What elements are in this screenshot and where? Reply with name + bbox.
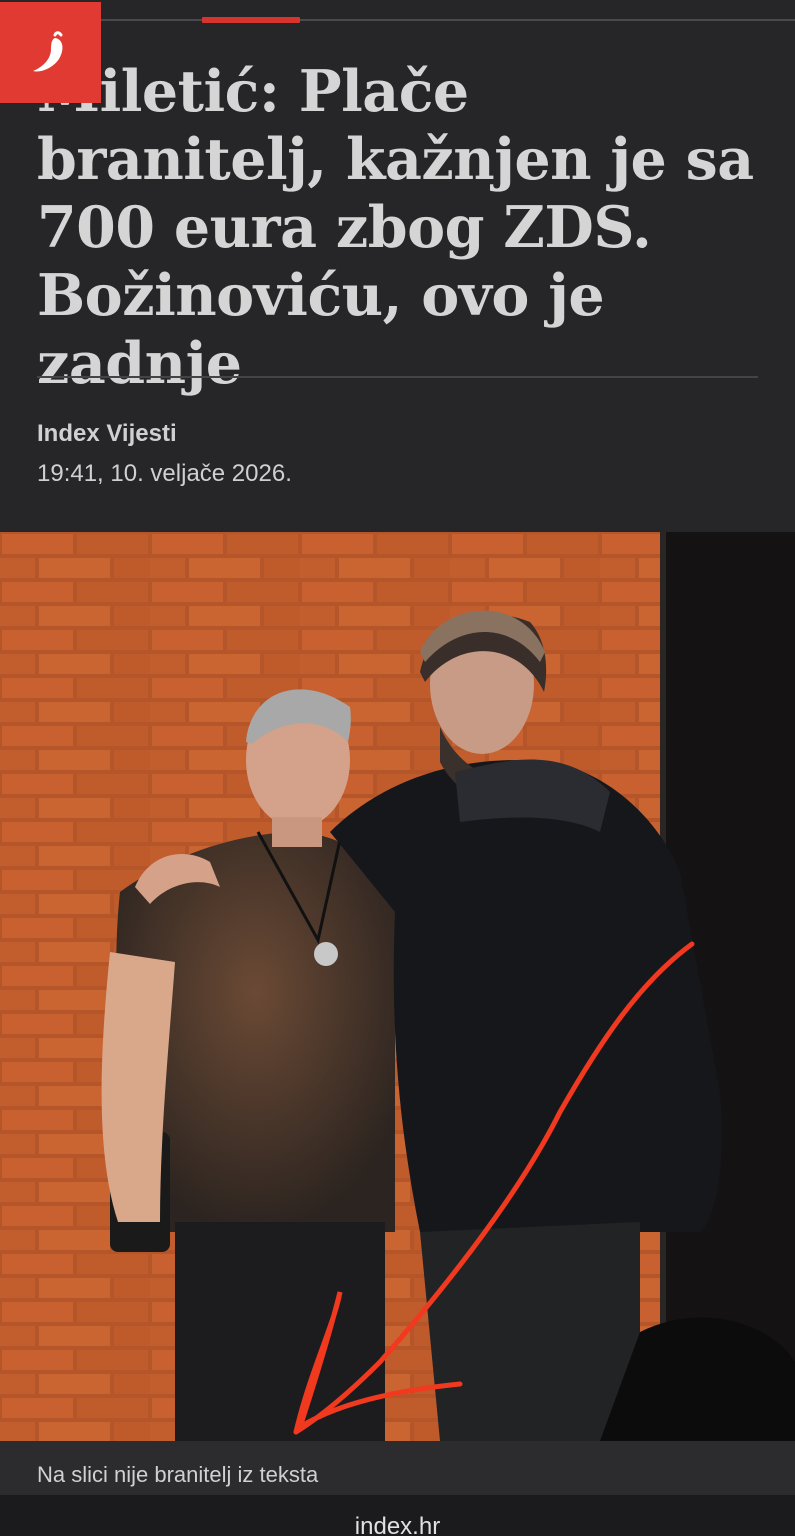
footer-site-name[interactable]: index.hr (0, 1513, 795, 1536)
article-title: Miletić: Plače branitelj, kažnjen je sa … (37, 58, 754, 397)
photo-illustration (0, 532, 795, 1441)
article-photo[interactable] (0, 532, 795, 1441)
site-logo[interactable] (0, 2, 101, 103)
footer-bar: index.hr (0, 1495, 795, 1536)
image-caption: Na slici nije branitelj iz teksta (37, 1462, 319, 1487)
article-author[interactable]: Index Vijesti (37, 420, 177, 448)
top-accent-bar (202, 17, 300, 23)
divider (37, 376, 758, 378)
article-datetime: 19:41, 10. veljače 2026. (37, 460, 292, 487)
top-line (0, 19, 795, 21)
chili-pepper-icon (32, 30, 62, 71)
